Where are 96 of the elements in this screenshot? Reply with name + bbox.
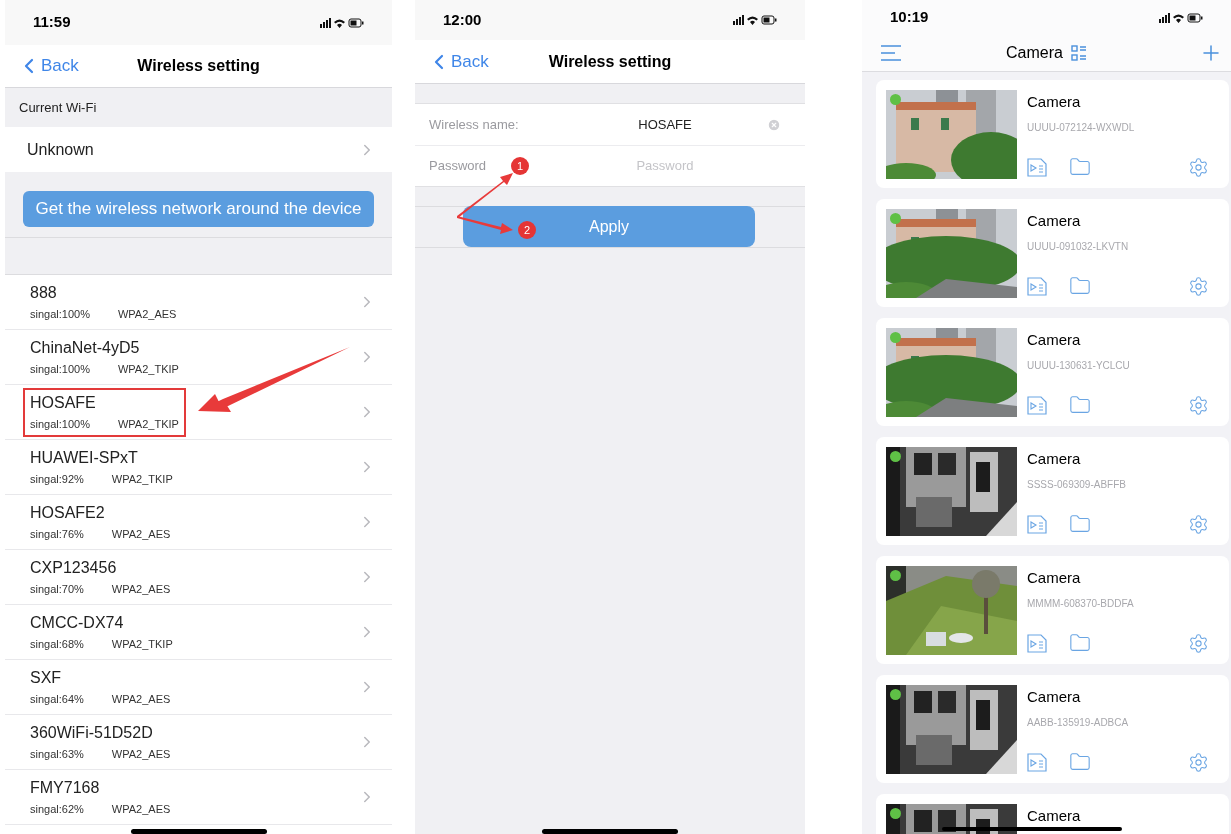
field-label: Password <box>429 157 487 176</box>
camera-card[interactable]: Camera AABB-135919-ADBCA <box>876 675 1229 783</box>
security-type: WPA2_AES <box>111 746 171 762</box>
network-name: HOSAFE2 <box>30 502 106 523</box>
status-time: 10:19 <box>890 7 929 28</box>
camera-uid: UUUU-072124-WXWDL <box>1027 121 1136 135</box>
status-time: 11:59 <box>33 12 71 33</box>
field-label: Wireless name: <box>429 115 519 134</box>
menu-icon[interactable] <box>880 45 902 61</box>
camera-card[interactable]: Camera UUUU-091032-LKVTN <box>876 199 1229 307</box>
camera-name: Camera <box>1027 330 1082 350</box>
camera-uid: AABB-135919-ADBCA <box>1027 716 1130 730</box>
settings-icon[interactable] <box>1188 156 1209 178</box>
folder-icon[interactable] <box>1069 275 1091 297</box>
network-name: CXP123456 <box>30 557 118 578</box>
playback-icon[interactable] <box>1027 633 1047 653</box>
folder-icon[interactable] <box>1069 394 1091 416</box>
network-name: 888 <box>30 282 58 303</box>
back-button[interactable]: Back <box>17 53 79 79</box>
network-row[interactable]: 360WiFi-51D52D singal:63% WPA2_AES <box>5 715 392 770</box>
screen-title: Wireless setting <box>137 56 260 76</box>
network-name: HUAWEI-SPxT <box>30 447 139 468</box>
status-time: 12:00 <box>443 9 482 30</box>
camera-name: Camera <box>1027 92 1082 112</box>
camera-name: Camera <box>1027 449 1082 469</box>
camera-name: Camera <box>1027 568 1082 588</box>
camera-name: Camera <box>1027 806 1082 826</box>
network-row[interactable]: CXP123456 singal:70% WPA2_AES <box>5 550 392 605</box>
camera-uid: SSSS-069309-ABFFB <box>1027 478 1127 492</box>
camera-name: Camera <box>1027 687 1082 707</box>
status-icons <box>320 16 364 29</box>
camera-card[interactable]: Camera UUUU-130631-YCLCU <box>876 318 1229 426</box>
security-type: WPA2_TKIP <box>111 471 173 487</box>
signal-strength: singal:68% <box>30 636 84 652</box>
network-name: SXF <box>30 667 63 688</box>
folder-icon[interactable] <box>1069 156 1091 178</box>
grid-list-icon[interactable] <box>1070 45 1087 61</box>
security-type: WPA2_AES <box>111 801 171 817</box>
security-type: WPA2_AES <box>111 526 171 542</box>
security-type: WPA2_TKIP <box>111 636 173 652</box>
settings-icon[interactable] <box>1188 513 1209 535</box>
folder-icon[interactable] <box>1069 751 1091 773</box>
camera-card[interactable]: Camera SSSS-069309-ABFFB <box>876 437 1229 545</box>
security-type: WPA2_AES <box>111 691 171 707</box>
playback-icon[interactable] <box>1027 514 1047 534</box>
network-row[interactable]: SXF singal:64% WPA2_AES <box>5 660 392 715</box>
signal-strength: singal:63% <box>30 746 84 762</box>
camera-uid: UUUU-091032-LKVTN <box>1027 240 1130 254</box>
security-type: WPA2_TKIP <box>117 361 179 377</box>
signal-strength: singal:92% <box>30 471 84 487</box>
signal-strength: singal:70% <box>30 581 84 597</box>
wireless-name-field[interactable]: HOSAFE <box>569 114 761 135</box>
network-row[interactable]: 888 singal:100% WPA2_AES <box>5 275 392 330</box>
network-row[interactable]: HOSAFE2 singal:76% WPA2_AES <box>5 495 392 550</box>
status-icons <box>1159 11 1203 24</box>
network-row[interactable]: HUAWEI-SPxT singal:92% WPA2_TKIP <box>5 440 392 495</box>
screen-title: Wireless setting <box>548 51 672 72</box>
settings-icon[interactable] <box>1188 275 1209 297</box>
playback-icon[interactable] <box>1027 395 1047 415</box>
network-name: CMCC-DX74 <box>30 612 125 633</box>
settings-icon[interactable] <box>1188 394 1209 416</box>
playback-icon[interactable] <box>1027 752 1047 772</box>
signal-strength: singal:100% <box>30 306 90 322</box>
signal-strength: singal:100% <box>30 416 90 432</box>
settings-icon[interactable] <box>1188 632 1209 654</box>
camera-uid: MMMM-608370-BDDFA <box>1027 597 1135 611</box>
status-icons <box>733 14 777 26</box>
signal-strength: singal:100% <box>30 361 90 377</box>
network-row[interactable]: FMY7168 singal:62% WPA2_AES <box>5 770 392 825</box>
camera-card[interactable]: Camera MMMM-608370-BDDFA <box>876 556 1229 664</box>
network-name: FMY7168 <box>30 777 101 798</box>
camera-uid: UUUU-130631-YCLCU <box>1027 359 1131 373</box>
network-name: ChinaNet-4yD5 <box>30 337 141 358</box>
settings-icon[interactable] <box>1188 751 1209 773</box>
folder-icon[interactable] <box>1069 513 1091 535</box>
camera-card[interactable]: Camera UUUU-072124-WXWDL <box>876 80 1229 188</box>
back-button[interactable]: Back <box>427 48 489 75</box>
playback-icon[interactable] <box>1027 157 1047 177</box>
security-type: WPA2_TKIP <box>117 416 179 432</box>
network-row[interactable]: CMCC-DX74 singal:68% WPA2_TKIP <box>5 605 392 660</box>
screen-title: Camera <box>1006 43 1063 63</box>
signal-strength: singal:64% <box>30 691 84 707</box>
section-header: Current Wi-Fi <box>18 98 98 117</box>
camera-name: Camera <box>1027 211 1082 231</box>
password-field[interactable]: Password <box>569 156 761 176</box>
folder-icon[interactable] <box>1069 632 1091 654</box>
network-name: HOSAFE <box>30 392 97 413</box>
camera-card[interactable]: Camera <box>876 794 1229 834</box>
current-wifi-row[interactable]: Unknown <box>5 127 392 172</box>
playback-icon[interactable] <box>1027 276 1047 296</box>
clear-icon[interactable] <box>767 117 781 132</box>
security-type: WPA2_AES <box>117 306 177 322</box>
network-name: 360WiFi-51D52D <box>30 722 154 743</box>
signal-strength: singal:62% <box>30 801 84 817</box>
signal-strength: singal:76% <box>30 526 84 542</box>
security-type: WPA2_AES <box>111 581 171 597</box>
